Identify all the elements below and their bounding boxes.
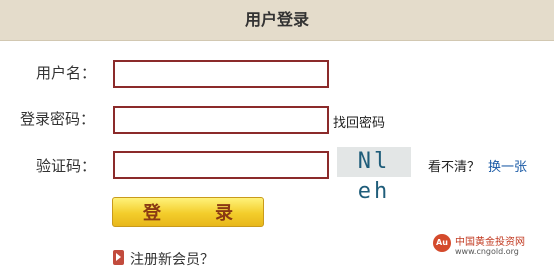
watermark-site-url: www.cngold.org (455, 247, 519, 256)
captcha-label: 验证码： (36, 157, 97, 175)
login-panel: 用户登录 用户名： 登录密码： 找回密码 验证码： Nl eh 看不清？ 换一张… (0, 0, 554, 273)
forgot-password-link[interactable]: 找回密码 (333, 112, 385, 131)
register-link[interactable]: 注册新会员？ (130, 249, 214, 269)
arrow-right-icon (113, 250, 124, 265)
login-header: 用户登录 (0, 0, 554, 41)
watermark-site-name: 中国黄金投资网 (455, 237, 525, 248)
captcha-input[interactable] (113, 151, 329, 179)
username-input[interactable] (113, 60, 329, 88)
login-button[interactable]: 登 录 (112, 197, 264, 227)
username-label: 用户名： (36, 64, 97, 82)
password-label: 登录密码： (20, 110, 96, 128)
password-input[interactable] (113, 106, 329, 134)
unclear-text: 看不清？ (428, 160, 481, 175)
refresh-captcha-link[interactable]: 换一张 (488, 156, 527, 175)
page-title: 用户登录 (244, 10, 309, 29)
captcha-image[interactable]: Nl eh (337, 147, 411, 204)
logo-icon: Au (433, 234, 451, 252)
